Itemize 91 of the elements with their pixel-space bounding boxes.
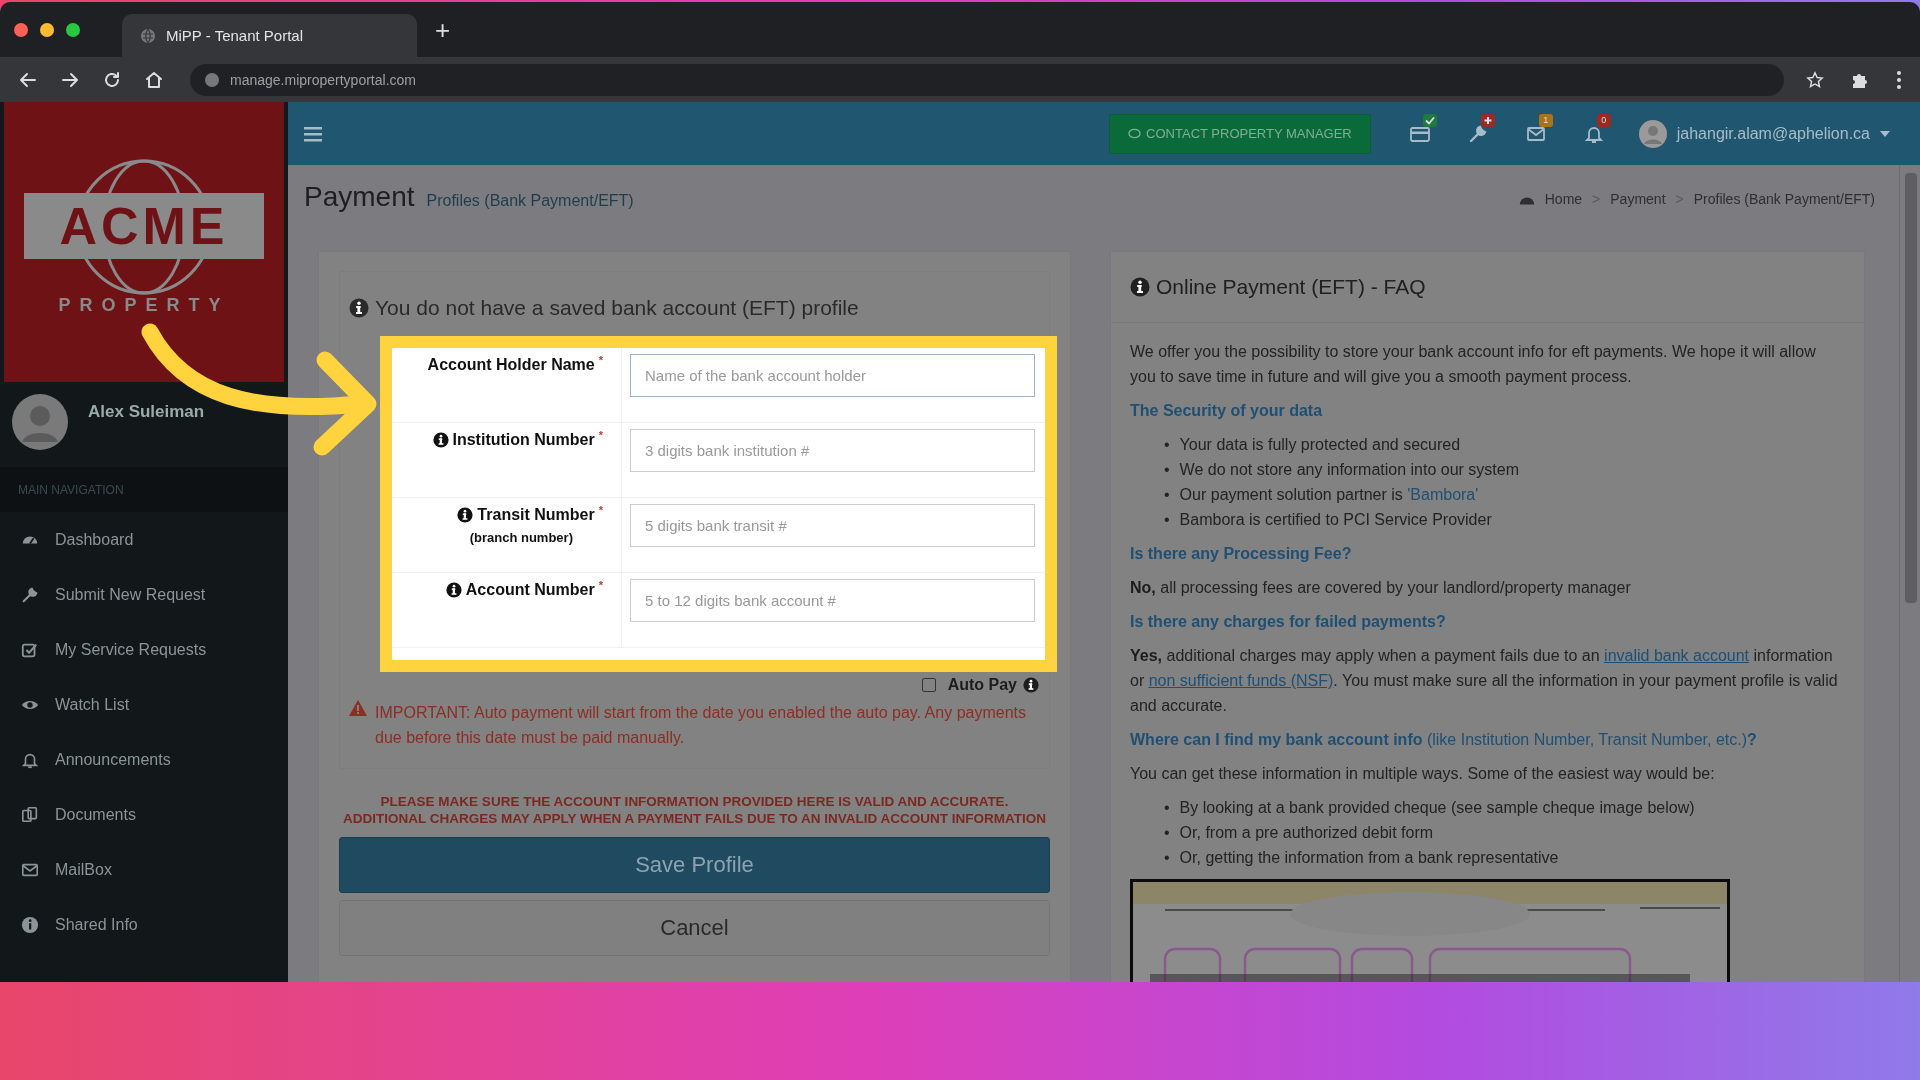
- breadcrumb-separator: >: [1592, 191, 1601, 207]
- scrollbar[interactable]: [1899, 165, 1920, 982]
- avatar-icon: [12, 394, 68, 450]
- text-field[interactable]: 5 digits bank transit #: [630, 504, 1035, 547]
- info-icon: [1130, 277, 1150, 297]
- user-name: Alex Suleiman: [88, 402, 205, 422]
- more-icon[interactable]: [1896, 69, 1902, 90]
- field-label: Account Number: [465, 581, 595, 599]
- warning-text: PLEASE MAKE SURE THE ACCOUNT INFORMATION PROVIDED HERE IS VALID AND ACCURATE. ADDITIONAL CHARGES MAY APPLY WHEN A PAYMENT FAILS DUE TO AN INVALID ACCOUNT INFORMATION: [341, 793, 1047, 828]
- maximize-window-button[interactable]: [66, 22, 80, 37]
- faq-list-item: Bambora is certified to PCI Service Provider: [1179, 510, 1492, 530]
- faq-paragraph: You can get these information in multiple ways. Some of the easiest way would be:: [1130, 764, 1716, 784]
- faq-list-item: Or, from a pre authorized debit form: [1179, 823, 1434, 843]
- bullet: •: [1164, 848, 1170, 868]
- field-label: Transit Number: [477, 506, 595, 524]
- documents-icon: [21, 805, 39, 824]
- home-icon[interactable]: [144, 69, 164, 90]
- count-badge: 0: [1596, 113, 1611, 127]
- page-subtitle: Profiles (Bank Payment/EFT): [426, 192, 634, 210]
- field-label: Account Holder Name: [427, 356, 595, 374]
- bullet: •: [1164, 823, 1170, 843]
- notice-text: You do not have a saved bank account (EFT) profile: [375, 296, 859, 320]
- text-field[interactable]: Name of the bank account holder: [630, 354, 1035, 397]
- nav-item[interactable]: MailBox: [0, 842, 288, 897]
- field-hint: (branch number): [469, 530, 573, 545]
- faq-list-item: We do not store any information into our system: [1179, 460, 1520, 480]
- logo-text: ACME: [24, 193, 264, 259]
- address-bar[interactable]: manage.mipropertyportal.com: [190, 63, 1784, 96]
- nav-item[interactable]: Dashboard: [0, 512, 288, 567]
- new-tab-button[interactable]: +: [435, 16, 451, 43]
- nav-item[interactable]: Watch List: [0, 677, 288, 732]
- faq-question: Is there any charges for failed payments?: [1130, 612, 1447, 632]
- info-icon: [349, 298, 369, 318]
- nav-item[interactable]: Shared Info: [0, 897, 288, 952]
- cancel-button[interactable]: Cancel: [339, 900, 1050, 956]
- wrench-icon[interactable]: [1467, 123, 1488, 144]
- breadcrumb-link[interactable]: Payment: [1610, 191, 1666, 207]
- faq-question: Where can I find my bank account info (like Institution Number, Transit Number, etc.)?: [1130, 730, 1758, 750]
- nav-item[interactable]: Submit New Request: [0, 567, 288, 622]
- bullet: •: [1164, 435, 1170, 455]
- reload-icon[interactable]: [102, 69, 122, 90]
- faq-list-item: Or, getting the information from a bank representative: [1179, 848, 1559, 868]
- field-label: Institution Number: [452, 431, 595, 449]
- important-note: IMPORTANT: Auto payment will start from the date you enabled the auto pay. Any payments due before this date must be paid manually.: [375, 703, 1027, 748]
- minimize-window-button[interactable]: [40, 22, 54, 37]
- wrench-icon: [21, 585, 39, 604]
- faq-paragraph: Yes, additional charges may apply when a payment fails due to an invalid bank account information or non sufficient funds (NSF). You must make sure all the information in your payment profile is valid and accurate.: [1130, 646, 1839, 716]
- required-mark: *: [598, 354, 603, 366]
- info-icon: [1023, 677, 1039, 693]
- user-menu[interactable]: jahangir.alam@aphelion.ca: [1638, 119, 1890, 148]
- breadcrumb-link[interactable]: Home: [1544, 191, 1583, 207]
- nav-item[interactable]: Documents: [0, 787, 288, 842]
- page-title: Payment: [304, 181, 415, 213]
- count-badge: 1: [1538, 113, 1553, 127]
- faq-list-item: Your data is fully protected and secured: [1179, 435, 1461, 455]
- faq-list-item: By looking at a bank provided cheque (see sample cheque image below): [1179, 798, 1695, 818]
- nav-item[interactable]: Announcements: [0, 732, 288, 787]
- bullet: •: [1164, 798, 1170, 818]
- close-window-button[interactable]: [14, 22, 28, 37]
- faq-paragraph: No, all processing fees are covered by your landlord/property manager: [1130, 578, 1632, 598]
- checkbox-label: Auto Pay: [947, 676, 1017, 694]
- logo-tagline: PROPERTY: [57, 295, 231, 316]
- faq-question: Is there any Processing Fee?: [1130, 544, 1353, 564]
- avatar-icon: [1638, 119, 1667, 148]
- bullet: •: [1164, 485, 1170, 505]
- nav-header: MAIN NAVIGATION: [0, 467, 288, 512]
- warning-icon: [349, 700, 367, 716]
- bullet: •: [1164, 460, 1170, 480]
- text-field[interactable]: 3 digits bank institution #: [630, 429, 1035, 472]
- site-info-icon: [204, 71, 220, 88]
- faq-paragraph: We offer you the possibility to store your bank account info for eft payments. We hope it will allow you to save time in future and will give you a smooth payment process.: [1130, 342, 1817, 387]
- globe-icon: [140, 27, 156, 44]
- breadcrumb-separator: >: [1675, 191, 1684, 207]
- required-mark: *: [598, 429, 603, 441]
- caret-icon: [1880, 130, 1890, 137]
- required-mark: *: [598, 504, 603, 516]
- nav-item[interactable]: My Service Requests: [0, 622, 288, 677]
- info-icon: [21, 915, 39, 934]
- text-field[interactable]: 5 to 12 digits bank account #: [630, 579, 1035, 622]
- star-icon[interactable]: [1806, 70, 1824, 89]
- chat-icon: [1128, 127, 1142, 140]
- save-profile-button[interactable]: Save Profile: [339, 837, 1050, 893]
- required-mark: *: [598, 579, 603, 591]
- menu-icon[interactable]: [304, 125, 322, 142]
- breadcrumb-link[interactable]: Profiles (Bank Payment/EFT): [1693, 191, 1875, 207]
- faq-list-item: Our payment solution partner is 'Bambora': [1179, 485, 1479, 505]
- browser-tab[interactable]: MiPP - Tenant Portal: [122, 14, 417, 57]
- bullet: •: [1164, 510, 1170, 530]
- faq-title: Online Payment (EFT) - FAQ: [1156, 275, 1426, 299]
- checkbox[interactable]: [921, 678, 936, 692]
- faq-question: The Security of your data: [1130, 401, 1324, 421]
